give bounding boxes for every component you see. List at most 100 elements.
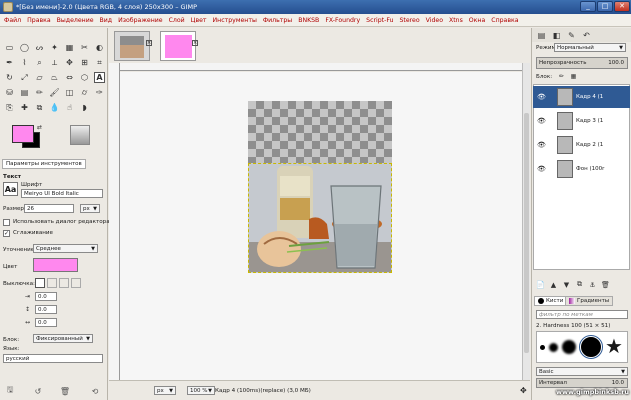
raise-layer-icon[interactable]: ▲ bbox=[548, 279, 559, 290]
brush-filter-input[interactable]: фильтр по меткам bbox=[536, 310, 628, 319]
language-input[interactable]: русский bbox=[3, 354, 103, 363]
brush-item[interactable] bbox=[562, 340, 576, 354]
font-preview-button[interactable]: Aa bbox=[3, 182, 18, 196]
menu-stereo[interactable]: Stereo bbox=[399, 17, 419, 24]
visibility-eye-icon[interactable]: 👁 bbox=[537, 141, 547, 149]
visibility-eye-icon[interactable]: 👁 bbox=[537, 93, 547, 101]
menu-file[interactable]: Файл bbox=[4, 17, 21, 24]
free-select-icon[interactable]: ᔕ bbox=[34, 42, 45, 53]
image-tab-close-icon-1[interactable]: × bbox=[146, 40, 152, 46]
zoom-select[interactable]: 100 % bbox=[187, 386, 215, 395]
heal-icon[interactable]: ✚ bbox=[19, 102, 30, 113]
duplicate-layer-icon[interactable]: ⧉ bbox=[574, 279, 585, 290]
minimize-button[interactable]: _ bbox=[580, 1, 596, 12]
smudge-icon[interactable]: ☝ bbox=[64, 102, 75, 113]
brushes-tab[interactable]: Кисти bbox=[534, 296, 568, 306]
scissors-icon[interactable]: ✂ bbox=[79, 42, 90, 53]
bucket-fill-icon[interactable]: ⛁ bbox=[4, 87, 15, 98]
layers-tab-icon[interactable]: ▤ bbox=[536, 30, 547, 41]
gradients-tab[interactable]: Градиенты bbox=[565, 296, 614, 306]
airbrush-icon[interactable]: ⌭ bbox=[79, 87, 90, 98]
crop-icon[interactable]: ⌗ bbox=[94, 57, 105, 68]
box-select[interactable]: Фиксированный bbox=[33, 334, 93, 343]
lock-pixels-icon[interactable]: ✏ bbox=[556, 71, 567, 82]
star-brush-icon[interactable]: ★ bbox=[605, 336, 623, 356]
paintbrush-icon[interactable]: 🖌 bbox=[49, 87, 60, 98]
lock-alpha-icon[interactable]: ▦ bbox=[568, 71, 579, 82]
rect-select-icon[interactable]: ▭ bbox=[4, 42, 15, 53]
visibility-eye-icon[interactable]: 👁 bbox=[537, 117, 547, 125]
perspective-clone-icon[interactable]: ⧉ bbox=[34, 102, 45, 113]
use-editor-checkbox[interactable] bbox=[3, 219, 10, 226]
spacing-slider[interactable]: Интервал 10.0 bbox=[536, 378, 628, 388]
navigate-icon[interactable]: ✥ bbox=[520, 386, 529, 395]
scale-icon[interactable]: ⤢ bbox=[19, 72, 30, 83]
move-icon[interactable]: ✥ bbox=[64, 57, 75, 68]
brush-item-selected[interactable] bbox=[579, 335, 603, 359]
menu-video[interactable]: Video bbox=[426, 17, 443, 24]
tool-options-tab[interactable]: Параметры инструментов bbox=[2, 159, 86, 169]
paths-tab-icon[interactable]: ✎ bbox=[566, 30, 577, 41]
undo-tab-icon[interactable]: ↶ bbox=[581, 30, 592, 41]
foreground-color-swatch[interactable] bbox=[12, 125, 34, 143]
line-spacing-input[interactable]: 0.0 bbox=[35, 305, 57, 314]
maximize-button[interactable]: □ bbox=[597, 1, 613, 12]
antialias-checkbox[interactable]: ✓ bbox=[3, 230, 10, 237]
menu-edit[interactable]: Правка bbox=[27, 17, 51, 24]
clone-icon[interactable]: ⎘ bbox=[4, 102, 15, 113]
new-layer-icon[interactable]: 📄 bbox=[535, 279, 546, 290]
anchor-layer-icon[interactable]: ⚓ bbox=[587, 279, 598, 290]
shear-icon[interactable]: ▱ bbox=[34, 72, 45, 83]
ellipse-select-icon[interactable]: ◯ bbox=[19, 42, 30, 53]
menu-tools[interactable]: Инструменты bbox=[213, 17, 257, 24]
active-image-preview[interactable] bbox=[70, 125, 90, 145]
channels-tab-icon[interactable]: ◧ bbox=[551, 30, 562, 41]
indent-input[interactable]: 0.0 bbox=[35, 292, 57, 301]
menu-select[interactable]: Выделение bbox=[57, 17, 94, 24]
font-input[interactable]: Meiryo UI Bold Italic bbox=[21, 189, 103, 198]
visibility-eye-icon[interactable]: 👁 bbox=[537, 165, 547, 173]
justify-fill-icon[interactable] bbox=[71, 278, 81, 288]
vertical-scrollbar[interactable] bbox=[522, 63, 530, 380]
menu-layer[interactable]: Слой bbox=[169, 17, 185, 24]
paths-icon[interactable]: ✒ bbox=[4, 57, 15, 68]
pencil-icon[interactable]: ✏ bbox=[34, 87, 45, 98]
menu-fx-foundry[interactable]: FX-Foundry bbox=[325, 17, 360, 24]
measure-icon[interactable]: ⟂ bbox=[49, 57, 60, 68]
flip-icon[interactable]: ⇔ bbox=[64, 72, 75, 83]
justify-center-icon[interactable] bbox=[59, 278, 69, 288]
brush-grid[interactable]: ★ bbox=[536, 331, 628, 363]
text-tool-icon[interactable]: A bbox=[94, 72, 105, 83]
layer-row[interactable]: 👁 Кадр 4 (1 bbox=[533, 86, 630, 108]
menu-image[interactable]: Изображение bbox=[118, 17, 163, 24]
rotate-icon[interactable]: ↻ bbox=[4, 72, 15, 83]
foreground-select-icon[interactable]: ◐ bbox=[94, 42, 105, 53]
zoom-icon[interactable]: ⌕ bbox=[34, 57, 45, 68]
close-button[interactable]: ✕ bbox=[614, 1, 630, 12]
image-tab-close-icon-2[interactable]: × bbox=[192, 40, 198, 46]
justify-right-icon[interactable] bbox=[47, 278, 57, 288]
reset-options-icon[interactable]: ⟲ bbox=[90, 386, 100, 396]
vertical-ruler[interactable] bbox=[109, 63, 120, 380]
size-unit-select[interactable]: px bbox=[80, 204, 100, 213]
letter-spacing-input[interactable]: 0.0 bbox=[35, 318, 57, 327]
blend-icon[interactable]: ▤ bbox=[19, 87, 30, 98]
layer-row[interactable]: 👁 Кадр 2 (1 bbox=[533, 134, 630, 156]
opacity-slider[interactable]: Непрозрачность 100.0 bbox=[536, 57, 628, 69]
delete-layer-icon[interactable]: 🗑 bbox=[600, 279, 611, 290]
menu-bnksb[interactable]: BNKSB bbox=[298, 17, 319, 24]
menu-help[interactable]: Справка bbox=[491, 17, 518, 24]
menu-filters[interactable]: Фильтры bbox=[263, 17, 292, 24]
mode-select[interactable]: Нормальный bbox=[554, 43, 626, 52]
swap-colors-icon[interactable]: ⇄ bbox=[34, 122, 45, 133]
ink-icon[interactable]: ✑ bbox=[94, 87, 105, 98]
scrollbar-thumb[interactable] bbox=[524, 113, 529, 353]
brush-preset-select[interactable]: Basic bbox=[536, 367, 628, 376]
color-select-icon[interactable]: ▦ bbox=[64, 42, 75, 53]
text-color-button[interactable] bbox=[33, 258, 78, 272]
gimp-app-icon[interactable] bbox=[3, 2, 13, 12]
align-icon[interactable]: ⊞ bbox=[79, 57, 90, 68]
layer-row[interactable]: 👁 Кадр 3 (1 bbox=[533, 110, 630, 132]
brush-item[interactable] bbox=[549, 343, 558, 352]
eraser-icon[interactable]: ◫ bbox=[64, 87, 75, 98]
